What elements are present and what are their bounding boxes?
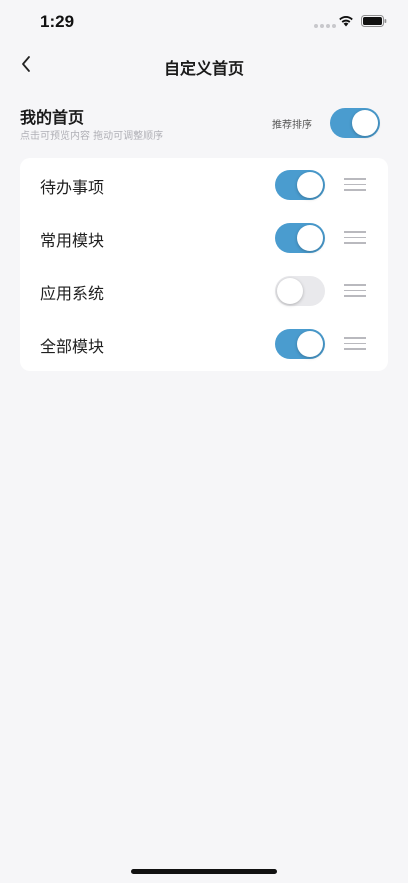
status-bar: 1:29 [0, 0, 408, 44]
module-toggle[interactable] [275, 329, 325, 359]
home-section-header: 我的首页 点击可预览内容 拖动可调整顺序 推荐排序 [20, 104, 388, 144]
signal-dots-icon [314, 24, 336, 28]
drag-handle-icon[interactable] [344, 178, 366, 191]
toggle-knob [297, 172, 323, 198]
list-item-all-modules[interactable]: 全部模块 [20, 317, 388, 370]
recommend-sort-toggle[interactable] [330, 108, 380, 138]
toggle-knob [297, 225, 323, 251]
module-list-card: 待办事项 常用模块 应用系统 全部模块 [20, 158, 388, 371]
toggle-knob [297, 331, 323, 357]
page-title: 自定义首页 [163, 59, 244, 78]
home-section-title: 我的首页 [20, 108, 85, 127]
module-toggle[interactable] [275, 170, 325, 200]
list-item-common-modules[interactable]: 常用模块 [20, 211, 388, 264]
status-time: 1:29 [40, 12, 75, 31]
module-toggle[interactable] [275, 276, 325, 306]
recommend-sort-label: 推荐排序 [272, 120, 312, 131]
wifi-icon [339, 16, 353, 27]
drag-handle-icon[interactable] [344, 231, 366, 244]
module-label: 常用模块 [40, 231, 105, 250]
module-label: 全部模块 [40, 337, 105, 356]
battery-icon [361, 15, 387, 27]
module-label: 待办事项 [40, 178, 105, 197]
list-item-app-systems[interactable]: 应用系统 [20, 264, 388, 317]
home-section-subtitle: 点击可预览内容 拖动可调整顺序 [20, 131, 164, 142]
drag-handle-icon[interactable] [344, 337, 366, 350]
toggle-knob [352, 110, 378, 136]
toggle-knob [277, 278, 303, 304]
module-label: 应用系统 [40, 284, 105, 303]
drag-handle-icon[interactable] [344, 284, 366, 297]
list-item-todo[interactable]: 待办事项 [20, 158, 388, 211]
home-indicator[interactable] [131, 869, 277, 874]
navigation-bar: 自定义首页 [0, 44, 408, 88]
module-toggle[interactable] [275, 223, 325, 253]
